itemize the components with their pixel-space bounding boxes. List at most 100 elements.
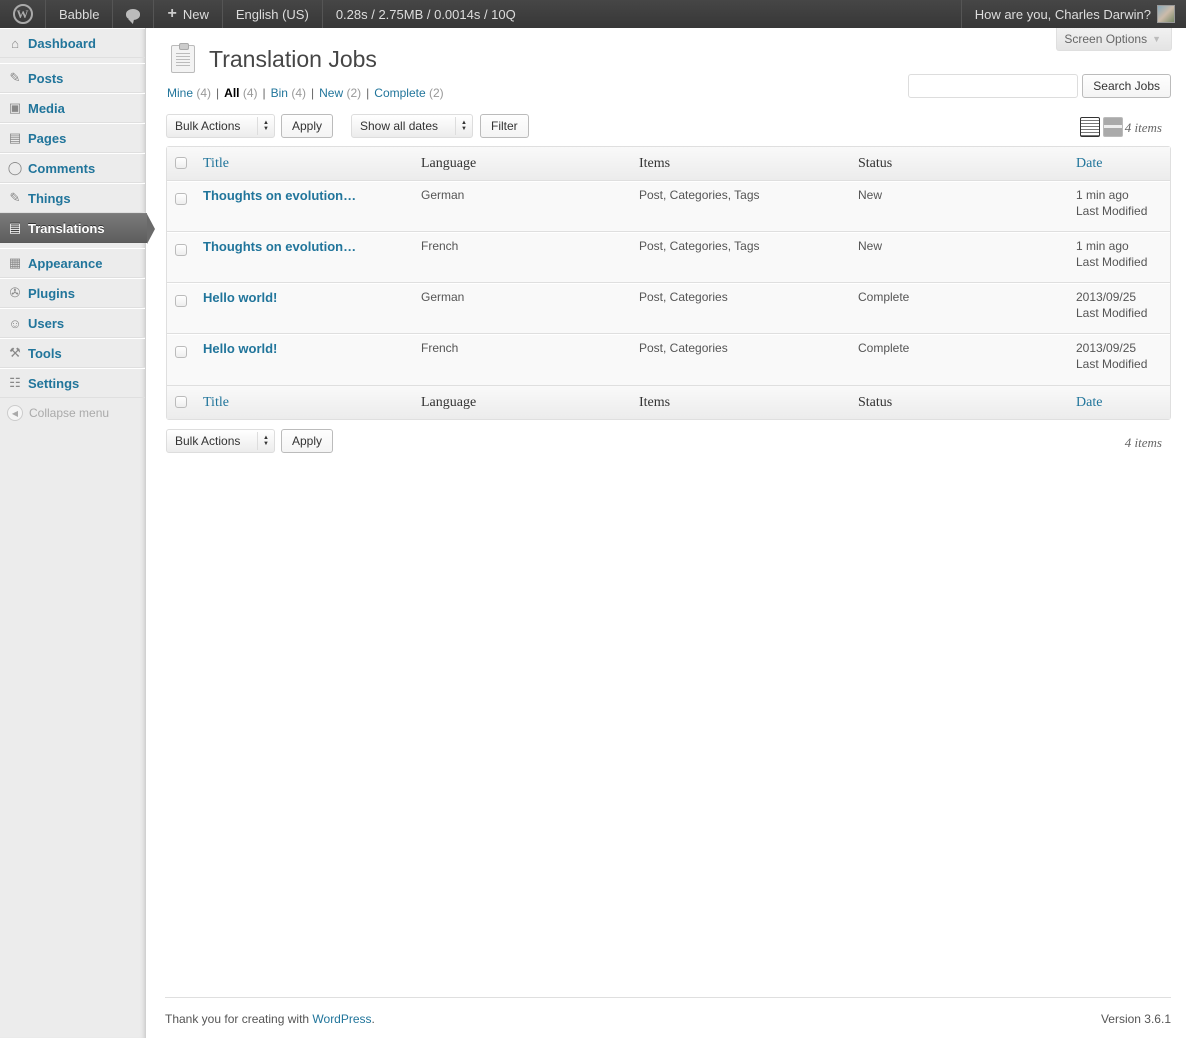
filter-count: (4) (196, 86, 212, 100)
table-footer-row: Title Language Items Status Date (167, 385, 1170, 419)
cell-date: 2013/09/25 Last Modified (1076, 283, 1170, 334)
sidebar-item-pages[interactable]: ▤ Pages (0, 123, 145, 153)
table-row: Thoughts on evolution… French Post, Catego… (167, 232, 1170, 283)
list-view-icon[interactable] (1080, 117, 1100, 137)
page-header: Translation Jobs (166, 42, 1171, 76)
row-checkbox[interactable] (175, 244, 187, 256)
row-title-link[interactable]: Hello world! (203, 341, 277, 356)
bulk-actions-select[interactable]: Bulk Actions ▲ ▼ (166, 429, 275, 453)
items-count: 4 items (1124, 435, 1162, 450)
column-date[interactable]: Date (1076, 147, 1170, 181)
site-name: Babble (59, 6, 100, 22)
cell-items: Post, Categories (639, 334, 858, 385)
pushpin-icon: ✎ (9, 190, 21, 205)
new-content-menu[interactable]: + New (154, 0, 223, 28)
language-switcher[interactable]: English (US) (223, 0, 323, 28)
cell-language: German (421, 283, 639, 334)
filter-link[interactable]: All (224, 86, 239, 100)
separator: | (311, 86, 315, 100)
sidebar-item-media[interactable]: ▣ Media (0, 93, 145, 123)
site-name-link[interactable]: Babble (46, 0, 114, 28)
date-label: Last Modified (1076, 306, 1148, 320)
collapse-menu-label: Collapse menu (29, 406, 110, 420)
sidebar-item-plugins[interactable]: ✇ Plugins (0, 278, 145, 308)
row-checkbox[interactable] (175, 346, 187, 358)
excerpt-view-icon[interactable] (1103, 117, 1123, 137)
sidebar-item-label: Appearance (28, 255, 103, 271)
filter-link[interactable]: New (319, 86, 343, 100)
status-filter-links: Mine (4) | All (4) | Bin (4) | New (2) | Complet… (167, 86, 444, 100)
footer: Thank you for creating with WordPress. V… (165, 997, 1171, 1026)
clipboard-icon (171, 43, 195, 73)
cell-title: Hello world! (203, 283, 421, 334)
cell-status: New (858, 181, 1076, 232)
tablenav-top: Bulk Actions ▲ ▼ Apply Show all dates ▲ ▼ … (166, 114, 1171, 140)
debug-stats[interactable]: 0.28s / 2.75MB / 0.0014s / 10Q (323, 0, 529, 28)
sidebar-item-posts[interactable]: ✎ Posts (0, 63, 145, 93)
cell-title: Thoughts on evolution… (203, 181, 421, 232)
date-filter-value: Show all dates (360, 119, 439, 133)
comments-link[interactable] (113, 0, 155, 28)
column-title[interactable]: Title (203, 147, 421, 181)
apply-button[interactable]: Apply (281, 114, 334, 138)
language-label: English (US) (235, 6, 309, 22)
filter-link[interactable]: Bin (271, 86, 288, 100)
row-title-link[interactable]: Thoughts on evolution… (203, 188, 356, 203)
wp-logo-menu[interactable]: W (0, 0, 46, 28)
sidebar-item-translations[interactable]: ▤ Translations (0, 213, 155, 244)
wordpress-link[interactable]: WordPress (312, 1012, 371, 1026)
filter-button[interactable]: Filter (480, 114, 529, 138)
items-count: 4 items (1124, 120, 1162, 135)
plug-icon: ✇ (9, 285, 21, 300)
filter-all[interactable]: All (4) (224, 86, 257, 100)
bulk-actions-select[interactable]: Bulk Actions ▲ ▼ (166, 114, 275, 138)
table-row: Hello world! German Post, Categories Comple… (167, 283, 1170, 334)
row-checkbox[interactable] (175, 295, 187, 307)
users-icon: ☺ (8, 315, 22, 331)
sidebar-item-users[interactable]: ☺ Users (0, 308, 145, 338)
cell-date: 2013/09/25 Last Modified (1076, 334, 1170, 385)
footer-thanks: Thank you for creating with WordPress. (165, 1012, 375, 1026)
select-all-checkbox[interactable] (175, 396, 187, 409)
row-checkbox[interactable] (175, 193, 187, 205)
view-switch (1080, 117, 1123, 137)
sidebar-item-settings[interactable]: ☷ Settings (0, 368, 145, 398)
search-input[interactable] (908, 74, 1079, 98)
screen-options-label: Screen Options (1064, 32, 1148, 46)
row-title-link[interactable]: Thoughts on evolution… (203, 239, 356, 254)
date-filter-select[interactable]: Show all dates ▲ ▼ (351, 114, 473, 138)
search-jobs-button[interactable]: Search Jobs (1082, 74, 1171, 98)
column-language: Language (421, 385, 639, 419)
cell-items: Post, Categories, Tags (639, 232, 858, 283)
filter-complete[interactable]: Complete (2) (374, 86, 443, 100)
filter-bin[interactable]: Bin (4) (271, 86, 306, 100)
select-all-checkbox[interactable] (175, 157, 187, 170)
sidebar-item-things[interactable]: ✎ Things (0, 183, 145, 213)
filter-count: (2) (428, 86, 444, 100)
tablenav-bottom: Bulk Actions ▲ ▼ Apply 4 items (166, 429, 1171, 455)
screen-options-button[interactable]: Screen Options ▼ (1056, 28, 1172, 51)
sidebar-item-label: Users (28, 315, 65, 331)
select-arrows-icon: ▲ ▼ (257, 432, 274, 450)
sidebar-item-comments[interactable]: ◯ Comments (0, 153, 145, 183)
my-account-menu[interactable]: How are you, Charles Darwin? (960, 0, 1186, 28)
row-title-link[interactable]: Hello world! (203, 290, 277, 305)
bulk-actions-value: Bulk Actions (175, 434, 241, 448)
collapse-menu-button[interactable]: ◀ Collapse menu (0, 398, 145, 428)
column-title[interactable]: Title (203, 385, 421, 419)
column-date[interactable]: Date (1076, 385, 1170, 419)
cell-title: Thoughts on evolution… (203, 232, 421, 283)
sidebar-item-dashboard[interactable]: ⌂ Dashboard (0, 28, 145, 58)
filter-new[interactable]: New (2) (319, 86, 361, 100)
sidebar-item-tools[interactable]: ⚒ Tools (0, 338, 145, 368)
filter-link[interactable]: Mine (167, 86, 193, 100)
filter-link[interactable]: Complete (374, 86, 425, 100)
apply-button[interactable]: Apply (281, 429, 334, 453)
house-icon: ⌂ (11, 35, 19, 51)
table-row: Hello world! French Post, Categories Comple… (167, 334, 1170, 385)
sidebar-item-appearance[interactable]: ▦ Appearance (0, 248, 145, 278)
column-items: Items (639, 385, 858, 419)
footer-thanks-text: Thank you for creating with (165, 1012, 313, 1026)
filter-mine[interactable]: Mine (4) (167, 86, 211, 100)
search-box: Search Jobs (908, 74, 1171, 98)
